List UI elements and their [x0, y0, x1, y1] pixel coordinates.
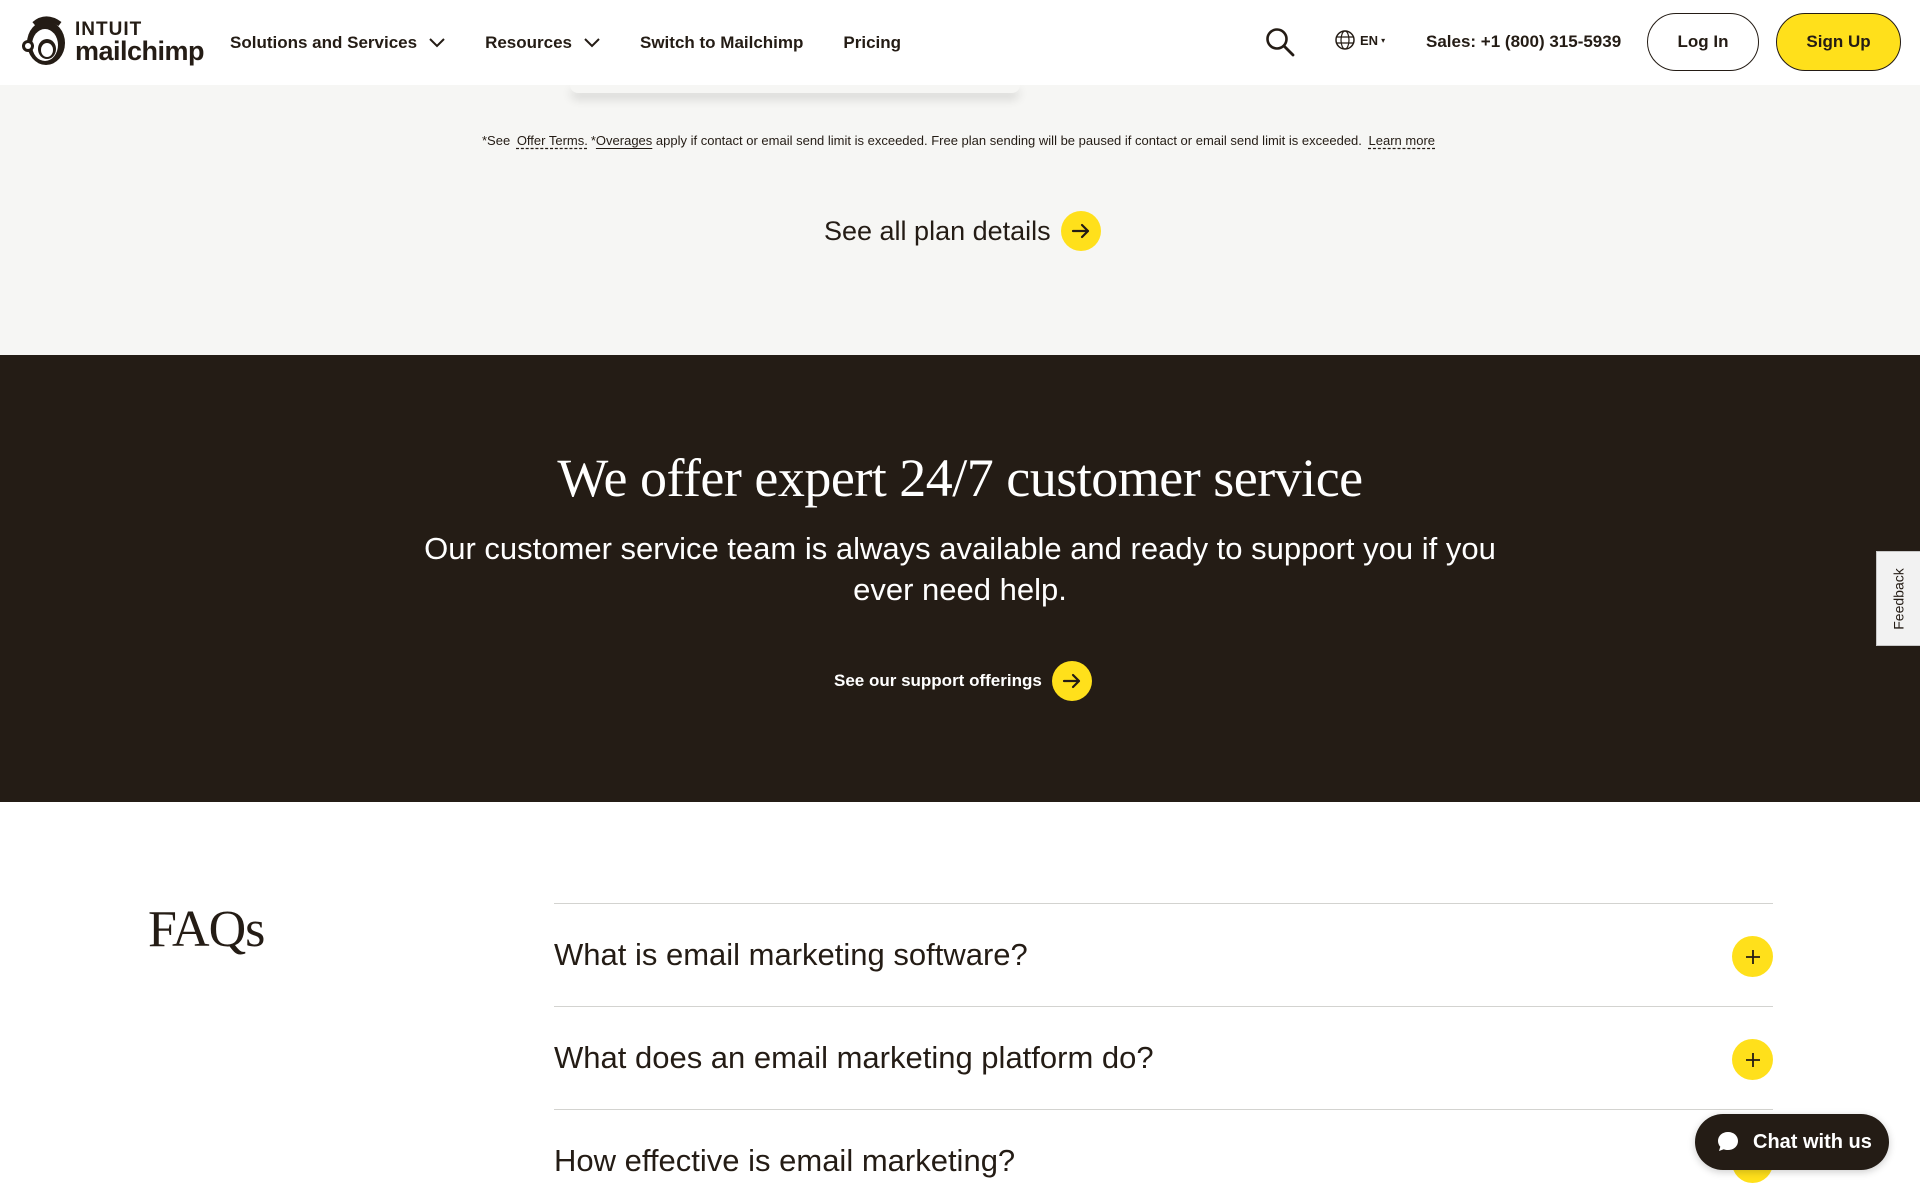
signup-button[interactable]: Sign Up	[1776, 13, 1901, 71]
plans-section: *See Offer Terms. *Overages apply if cont…	[0, 85, 1920, 355]
disclaimer-prefix: *See	[481, 133, 511, 148]
plan-card-bottom-edge	[570, 85, 1020, 93]
chat-with-us-button[interactable]: Chat with us	[1695, 1114, 1889, 1170]
overages-link[interactable]: Overages	[596, 133, 652, 148]
customer-service-section: We offer expert 24/7 customer service Ou…	[0, 355, 1920, 802]
caret-down-icon: ▾	[1381, 35, 1386, 45]
nav-item-label: Pricing	[843, 32, 902, 52]
intuit-mailchimp-logo[interactable]: INTUIT mailchimp	[20, 16, 205, 68]
chevron-down-icon	[584, 37, 600, 47]
faq-item[interactable]: What is email marketing software?	[554, 903, 1773, 1006]
disclaimer-text: apply if contact or email send limit is …	[655, 133, 1362, 148]
nav-resources[interactable]: Resources	[485, 33, 600, 53]
arrow-right-icon	[1051, 661, 1092, 701]
support-body: Our customer service team is always avai…	[424, 531, 1496, 607]
faq-accordion: What is email marketing software? What d…	[554, 903, 1773, 1200]
nav-solutions-and-services[interactable]: Solutions and Services	[230, 33, 445, 53]
freddie-logo-icon	[22, 16, 65, 65]
support-offerings-link[interactable]: See our support offerings	[834, 661, 1092, 701]
feedback-tab[interactable]: Feedback	[1876, 551, 1920, 646]
nav-pricing[interactable]: Pricing	[843, 33, 901, 53]
sales-phone[interactable]: Sales: +1 (800) 315-5939	[1426, 32, 1621, 52]
site-header: INTUIT mailchimp Solutions and Services …	[0, 0, 1920, 85]
globe-icon	[1335, 30, 1355, 50]
see-all-label: See all plan details	[824, 215, 1051, 246]
faq-title: FAQs	[148, 901, 265, 958]
language-selector[interactable]: EN ▾	[1334, 29, 1385, 51]
support-link-label: See our support offerings	[834, 671, 1042, 690]
faq-question: What does an email marketing platform do…	[554, 1040, 1154, 1075]
plans-disclaimer: *See Offer Terms. *Overages apply if cont…	[0, 133, 1920, 148]
main-nav: Solutions and Services Resources Switch …	[230, 0, 941, 85]
offer-terms-link[interactable]: Offer Terms.	[517, 133, 588, 148]
support-title: We offer expert 24/7 customer service	[557, 448, 1363, 508]
faq-question: What is email marketing software?	[554, 937, 1028, 972]
nav-switch-to-mailchimp[interactable]: Switch to Mailchimp	[640, 33, 803, 53]
faq-question: How effective is email marketing?	[554, 1143, 1016, 1178]
arrow-right-icon	[1060, 211, 1101, 251]
feedback-label: Feedback	[1890, 567, 1907, 630]
plus-icon[interactable]	[1732, 936, 1773, 977]
language-code: EN	[1360, 32, 1379, 48]
faq-item[interactable]: How effective is email marketing?	[554, 1109, 1773, 1200]
search-icon[interactable]	[1264, 26, 1296, 58]
learn-more-link[interactable]: Learn more	[1369, 133, 1435, 148]
faq-item[interactable]: What does an email marketing platform do…	[554, 1006, 1773, 1109]
logo-mailchimp-text: mailchimp	[75, 35, 205, 66]
see-all-plan-details-link[interactable]: See all plan details	[824, 211, 1101, 251]
nav-item-label: Resources	[485, 32, 572, 52]
chevron-down-icon	[429, 37, 445, 47]
nav-item-label: Solutions and Services	[230, 32, 418, 52]
nav-item-label: Switch to Mailchimp	[640, 32, 804, 52]
chat-label: Chat with us	[1753, 1130, 1872, 1153]
login-button[interactable]: Log In	[1647, 13, 1759, 71]
chat-bubble-icon	[1718, 1132, 1738, 1151]
plus-icon[interactable]	[1732, 1039, 1773, 1080]
